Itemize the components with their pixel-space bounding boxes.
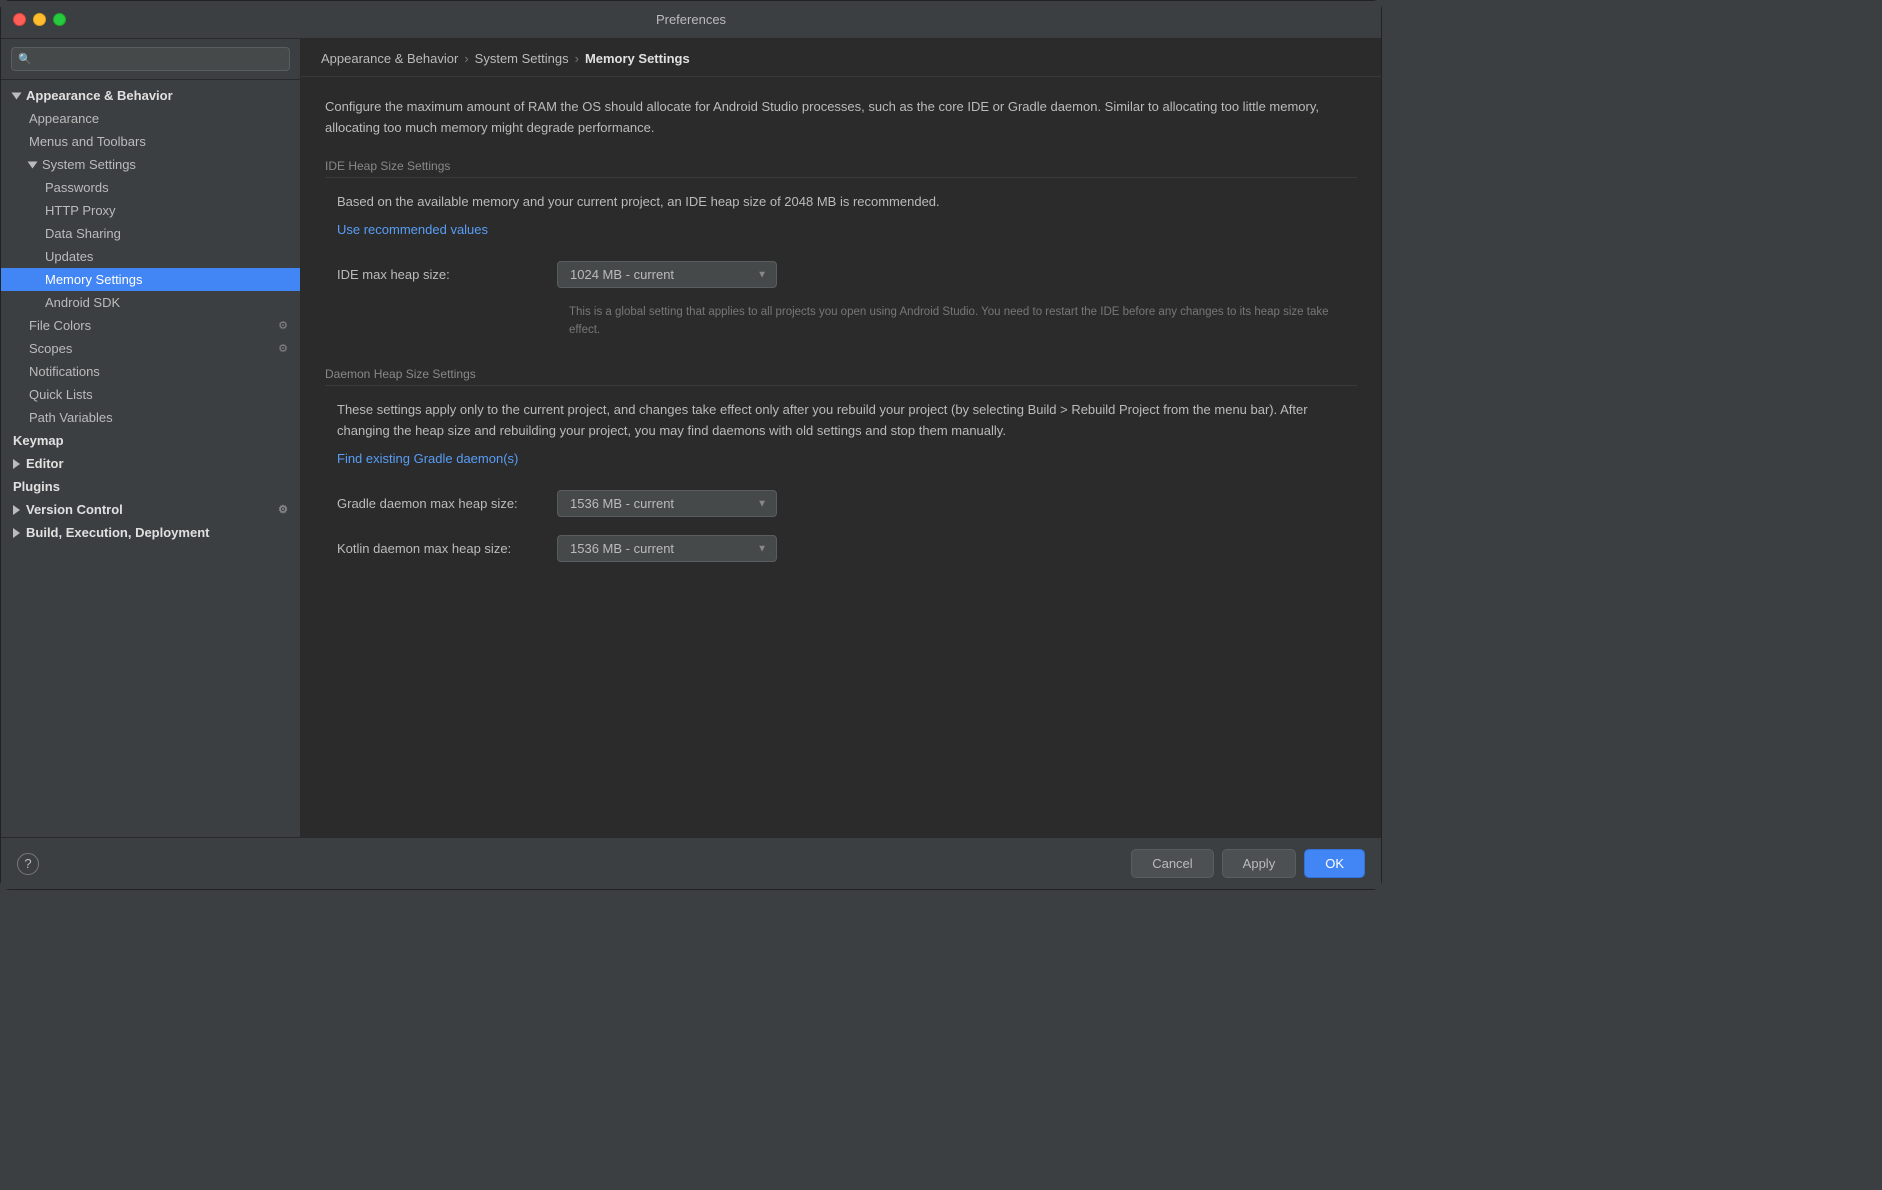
gradle-heap-field-row: Gradle daemon max heap size: 512 MB 750 … <box>325 484 1357 523</box>
kotlin-heap-dropdown-wrapper: 512 MB 750 MB 1024 MB 1536 MB - current … <box>557 535 777 562</box>
sidebar-item-label: Quick Lists <box>29 387 93 402</box>
sidebar-item-system-settings[interactable]: System Settings <box>1 153 300 176</box>
maximize-button[interactable] <box>53 13 66 26</box>
sidebar-item-label: Appearance <box>29 111 99 126</box>
apply-button[interactable]: Apply <box>1222 849 1297 878</box>
sidebar-item-notifications[interactable]: Notifications <box>1 360 300 383</box>
footer: ? Cancel Apply OK <box>1 837 1381 889</box>
sidebar-item-passwords[interactable]: Passwords <box>1 176 300 199</box>
sidebar-item-label: File Colors <box>29 318 91 333</box>
sidebar-item-label: System Settings <box>42 157 136 172</box>
sidebar-item-editor[interactable]: Editor <box>1 452 300 475</box>
breadcrumb-part2: System Settings <box>475 51 569 66</box>
ide-recommendation-text: Based on the available memory and your c… <box>325 192 1357 213</box>
ide-heap-dropdown[interactable]: 512 MB 750 MB 1024 MB - current 2048 MB … <box>557 261 777 288</box>
kotlin-heap-dropdown[interactable]: 512 MB 750 MB 1024 MB 1536 MB - current … <box>557 535 777 562</box>
ide-heap-field-row: IDE max heap size: 512 MB 750 MB 1024 MB… <box>325 255 1357 294</box>
sidebar-item-label: Keymap <box>13 433 64 448</box>
sidebar-item-updates[interactable]: Updates <box>1 245 300 268</box>
ok-button[interactable]: OK <box>1304 849 1365 878</box>
traffic-lights <box>13 13 66 26</box>
search-bar: 🔍 <box>1 39 300 80</box>
content-area: Appearance & Behavior › System Settings … <box>301 39 1381 837</box>
gradle-heap-label: Gradle daemon max heap size: <box>337 496 557 511</box>
sidebar-item-label: Android SDK <box>45 295 120 310</box>
sidebar-item-label: Editor <box>26 456 64 471</box>
sidebar-item-scopes[interactable]: Scopes ⚙ <box>1 337 300 360</box>
settings-icon: ⚙ <box>278 503 288 516</box>
sidebar-item-keymap[interactable]: Keymap <box>1 429 300 452</box>
gradle-heap-dropdown-wrapper: 512 MB 750 MB 1024 MB 1536 MB - current … <box>557 490 777 517</box>
sidebar-item-label: Path Variables <box>29 410 113 425</box>
breadcrumb: Appearance & Behavior › System Settings … <box>301 39 1381 77</box>
breadcrumb-current: Memory Settings <box>585 51 690 66</box>
sidebar-item-label: Scopes <box>29 341 72 356</box>
sidebar-item-android-sdk[interactable]: Android SDK <box>1 291 300 314</box>
sidebar-item-version-control[interactable]: Version Control ⚙ <box>1 498 300 521</box>
expand-icon <box>28 161 38 168</box>
search-input[interactable] <box>11 47 290 71</box>
ide-heap-hint: This is a global setting that applies to… <box>325 300 1357 339</box>
minimize-button[interactable] <box>33 13 46 26</box>
sidebar-item-appearance-behavior[interactable]: Appearance & Behavior <box>1 84 300 107</box>
window-title: Preferences <box>656 12 726 27</box>
ide-heap-dropdown-wrapper: 512 MB 750 MB 1024 MB - current 2048 MB … <box>557 261 777 288</box>
sidebar-item-label: Appearance & Behavior <box>26 88 173 103</box>
expand-icon <box>13 505 20 515</box>
sidebar-item-label: Notifications <box>29 364 100 379</box>
sidebar-item-path-variables[interactable]: Path Variables <box>1 406 300 429</box>
search-icon: 🔍 <box>18 53 32 66</box>
sidebar-item-label: Passwords <box>45 180 109 195</box>
ide-heap-section: IDE Heap Size Settings Based on the avai… <box>325 159 1357 339</box>
daemon-section-header: Daemon Heap Size Settings <box>325 367 1357 386</box>
cancel-button[interactable]: Cancel <box>1131 849 1213 878</box>
settings-icon: ⚙ <box>278 342 288 355</box>
sidebar-item-label: Data Sharing <box>45 226 121 241</box>
breadcrumb-sep1: › <box>464 51 468 66</box>
sidebar-item-memory-settings[interactable]: Memory Settings <box>1 268 300 291</box>
sidebar: 🔍 Appearance & Behavior Appearance Menus… <box>1 39 301 837</box>
ide-section-header: IDE Heap Size Settings <box>325 159 1357 178</box>
close-button[interactable] <box>13 13 26 26</box>
breadcrumb-sep2: › <box>575 51 579 66</box>
sidebar-item-quick-lists[interactable]: Quick Lists <box>1 383 300 406</box>
nav-tree: Appearance & Behavior Appearance Menus a… <box>1 80 300 837</box>
sidebar-item-label: Memory Settings <box>45 272 143 287</box>
sidebar-item-file-colors[interactable]: File Colors ⚙ <box>1 314 300 337</box>
titlebar: Preferences <box>1 1 1381 39</box>
sidebar-item-plugins[interactable]: Plugins <box>1 475 300 498</box>
sidebar-item-menus-toolbars[interactable]: Menus and Toolbars <box>1 130 300 153</box>
find-gradle-daemon-link[interactable]: Find existing Gradle daemon(s) <box>325 451 1357 466</box>
kotlin-heap-field-row: Kotlin daemon max heap size: 512 MB 750 … <box>325 529 1357 568</box>
content-body: Configure the maximum amount of RAM the … <box>301 77 1381 837</box>
settings-icon: ⚙ <box>278 319 288 332</box>
ide-heap-label: IDE max heap size: <box>337 267 557 282</box>
expand-icon <box>12 92 22 99</box>
sidebar-item-data-sharing[interactable]: Data Sharing <box>1 222 300 245</box>
use-recommended-values-link[interactable]: Use recommended values <box>325 222 1357 237</box>
sidebar-item-http-proxy[interactable]: HTTP Proxy <box>1 199 300 222</box>
sidebar-item-label: Plugins <box>13 479 60 494</box>
daemon-heap-section: Daemon Heap Size Settings These settings… <box>325 367 1357 569</box>
footer-left: ? <box>17 853 39 875</box>
sidebar-item-appearance[interactable]: Appearance <box>1 107 300 130</box>
main-layout: 🔍 Appearance & Behavior Appearance Menus… <box>1 39 1381 837</box>
sidebar-item-label: Updates <box>45 249 93 264</box>
expand-icon <box>13 459 20 469</box>
daemon-description-text: These settings apply only to the current… <box>325 400 1357 442</box>
footer-right: Cancel Apply OK <box>1131 849 1365 878</box>
sidebar-item-label: Version Control <box>26 502 123 517</box>
sidebar-item-label: Menus and Toolbars <box>29 134 146 149</box>
sidebar-item-label: HTTP Proxy <box>45 203 116 218</box>
breadcrumb-part1: Appearance & Behavior <box>321 51 458 66</box>
help-button[interactable]: ? <box>17 853 39 875</box>
sidebar-item-label: Build, Execution, Deployment <box>26 525 209 540</box>
sidebar-item-build-execution[interactable]: Build, Execution, Deployment <box>1 521 300 544</box>
expand-icon <box>13 528 20 538</box>
kotlin-heap-label: Kotlin daemon max heap size: <box>337 541 557 556</box>
page-description: Configure the maximum amount of RAM the … <box>325 97 1357 139</box>
gradle-heap-dropdown[interactable]: 512 MB 750 MB 1024 MB 1536 MB - current … <box>557 490 777 517</box>
